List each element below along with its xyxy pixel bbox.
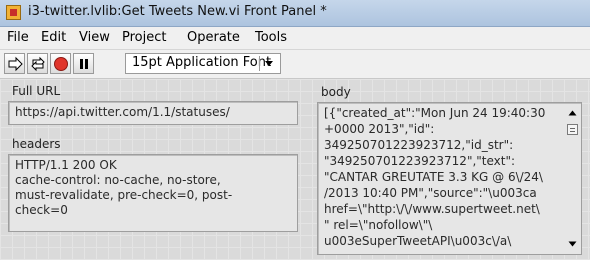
front-panel: Full URL https://api.twitter.com/1.1/sta… — [0, 79, 590, 260]
headers-label: headers — [12, 137, 61, 151]
run-continuously-button[interactable] — [27, 53, 48, 74]
headers-line: must-revalidate, pre-check=0, post- — [15, 188, 233, 202]
body-line: "349250701223923712","text": — [324, 154, 516, 168]
body-scrollbar[interactable] — [565, 104, 580, 253]
body-line: href=\"http:\/\/www.supertweet.net\ — [324, 202, 540, 216]
title-bar: i3-twitter.lvlib:Get Tweets New.vi Front… — [0, 0, 590, 27]
full-url-indicator[interactable]: https://api.twitter.com/1.1/statuses/ — [8, 101, 298, 125]
headers-indicator[interactable]: HTTP/1.1 200 OK cache-control: no-cache,… — [8, 154, 298, 232]
body-line: "CANTAR GREUTATE 3.3 KG @ 6\/24\ — [324, 170, 543, 184]
abort-icon — [54, 57, 68, 71]
menu-file[interactable]: File — [7, 30, 29, 45]
pause-icon — [80, 59, 88, 69]
full-url-value: https://api.twitter.com/1.1/statuses/ — [15, 105, 230, 119]
body-line: +0000 2013","id": — [324, 122, 435, 136]
body-indicator[interactable]: [{"created_at":"Mon Jun 24 19:40:30 +000… — [317, 102, 582, 255]
run-arrow-icon — [8, 56, 23, 72]
body-line: 349250701223923712,"id_str": — [324, 138, 514, 152]
body-line: u003eSuperTweetAPI\u003c\/a\ — [324, 234, 512, 248]
menu-bar: File Edit View Project Operate Tools — [0, 27, 590, 50]
font-selector-label: 15pt Application Font — [132, 55, 272, 70]
headers-line: HTTP/1.1 200 OK — [15, 158, 117, 172]
font-selector-divider — [259, 56, 260, 71]
window-title: i3-twitter.lvlib:Get Tweets New.vi Front… — [28, 4, 327, 19]
run-continuously-icon — [31, 56, 45, 72]
run-button[interactable] — [4, 53, 25, 74]
toolbar: 15pt Application Font — [0, 50, 590, 79]
menu-edit[interactable]: Edit — [41, 30, 66, 45]
menu-operate[interactable]: Operate — [187, 30, 240, 45]
chevron-down-icon — [265, 61, 273, 66]
body-line: [{"created_at":"Mon Jun 24 19:40:30 — [324, 106, 546, 120]
menu-project[interactable]: Project — [122, 30, 166, 45]
scroll-thumb[interactable] — [567, 124, 578, 135]
abort-button[interactable] — [50, 53, 71, 74]
labview-vi-icon — [6, 5, 21, 20]
pause-button[interactable] — [73, 53, 94, 74]
scroll-up-icon[interactable] — [568, 110, 577, 116]
body-line: " rel=\"nofollow\"\ — [324, 218, 433, 232]
menu-tools[interactable]: Tools — [255, 30, 287, 45]
full-url-label: Full URL — [12, 84, 61, 98]
headers-line: cache-control: no-cache, no-store, — [15, 173, 221, 187]
body-label: body — [321, 85, 351, 99]
scroll-down-icon[interactable] — [568, 241, 577, 247]
font-selector[interactable]: 15pt Application Font — [125, 53, 281, 74]
body-line: /2013 10:40 PM","source":"\u003ca — [324, 186, 537, 200]
headers-line: check=0 — [15, 203, 68, 217]
menu-view[interactable]: View — [79, 30, 110, 45]
